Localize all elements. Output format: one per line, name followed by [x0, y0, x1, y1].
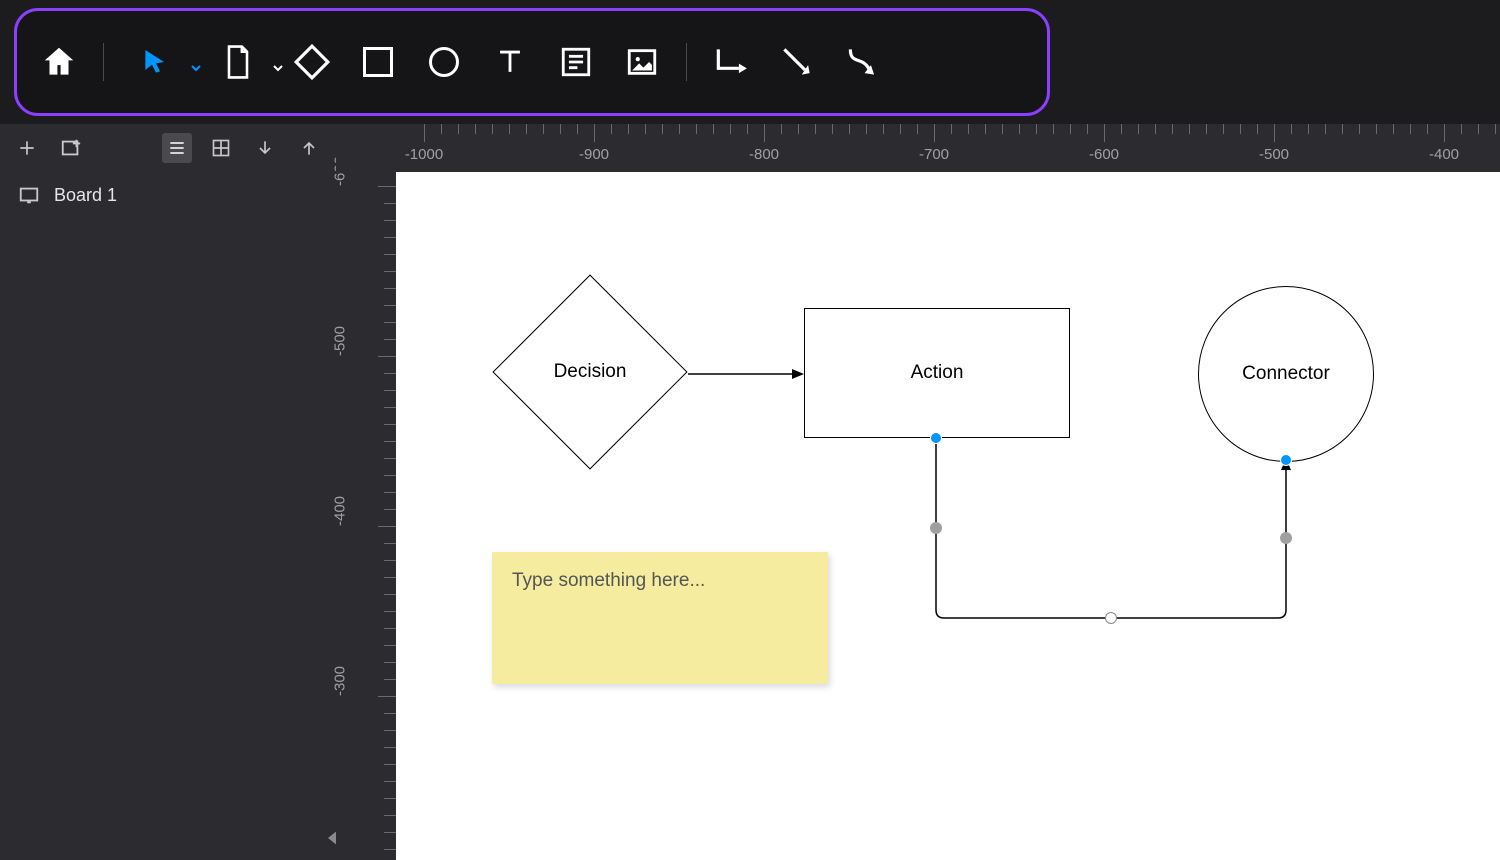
toolbar-separator	[686, 43, 687, 81]
elbow-connector-button[interactable]	[709, 40, 753, 84]
circle-tool-button[interactable]	[422, 40, 466, 84]
panel-toolbar	[0, 124, 336, 172]
ruler-label: -300	[332, 666, 349, 696]
straight-connector-button[interactable]	[775, 40, 819, 84]
toolbar-separator	[103, 43, 104, 81]
sticky-note[interactable]: Type something here...	[492, 552, 828, 684]
connector-midpoint[interactable]	[930, 522, 942, 534]
diamond-tool-button[interactable]	[290, 40, 334, 84]
rectangle-tool-button[interactable]	[356, 40, 400, 84]
main-toolbar	[14, 8, 1050, 116]
sticky-placeholder: Type something here...	[512, 570, 705, 591]
image-tool-button[interactable]	[620, 40, 664, 84]
shape-label: Connector	[1242, 363, 1330, 385]
vertical-ruler[interactable]: -600 -500 -400 -300	[336, 172, 396, 860]
action-shape[interactable]: Action	[804, 308, 1070, 438]
page-tool-button[interactable]	[208, 40, 268, 84]
shape-label: Decision	[554, 361, 627, 383]
home-button[interactable]	[37, 40, 81, 84]
decision-shape[interactable]: Decision	[492, 274, 688, 470]
text-tool-button[interactable]	[488, 40, 532, 84]
ruler-label: -500	[1259, 146, 1289, 163]
ruler-label: -900	[579, 146, 609, 163]
add-board-button[interactable]	[56, 133, 86, 163]
list-view-button[interactable]	[162, 133, 192, 163]
ruler-label: -500	[332, 326, 349, 356]
pointer-tool-button[interactable]	[126, 40, 186, 84]
note-tool-button[interactable]	[554, 40, 598, 84]
board-item[interactable]: Board 1	[0, 172, 336, 218]
ruler-label: -400	[332, 496, 349, 526]
canvas[interactable]: Decision Action Connector Type something…	[396, 172, 1500, 860]
arrow-down-button[interactable]	[250, 133, 280, 163]
shape-label: Action	[911, 362, 964, 384]
ruler-label: -400	[1429, 146, 1459, 163]
board-label: Board 1	[54, 185, 117, 206]
arrow-up-button[interactable]	[294, 133, 324, 163]
board-icon	[18, 184, 40, 206]
elbow-connector[interactable]	[926, 434, 1296, 624]
connector-endpoint[interactable]	[930, 432, 942, 444]
connector-midpoint[interactable]	[1105, 612, 1117, 624]
ruler-label: -600	[1089, 146, 1119, 163]
ruler-label: -800	[749, 146, 779, 163]
connector-endpoint[interactable]	[1280, 454, 1292, 466]
connector-midpoint[interactable]	[1280, 532, 1292, 544]
add-button[interactable]	[12, 133, 42, 163]
grid-view-button[interactable]	[206, 133, 236, 163]
chevron-down-icon	[188, 60, 204, 76]
connector-arrow[interactable]	[688, 368, 808, 380]
chevron-down-icon	[270, 60, 286, 76]
curved-connector-button[interactable]	[841, 40, 885, 84]
ruler-corner	[336, 124, 396, 172]
horizontal-ruler[interactable]: -1000 -900 -800 -700 -600 -500 -400	[336, 124, 1500, 172]
boards-sidebar: Board 1	[0, 172, 336, 860]
ruler-label: -1000	[405, 146, 443, 163]
ruler-label: -700	[919, 146, 949, 163]
